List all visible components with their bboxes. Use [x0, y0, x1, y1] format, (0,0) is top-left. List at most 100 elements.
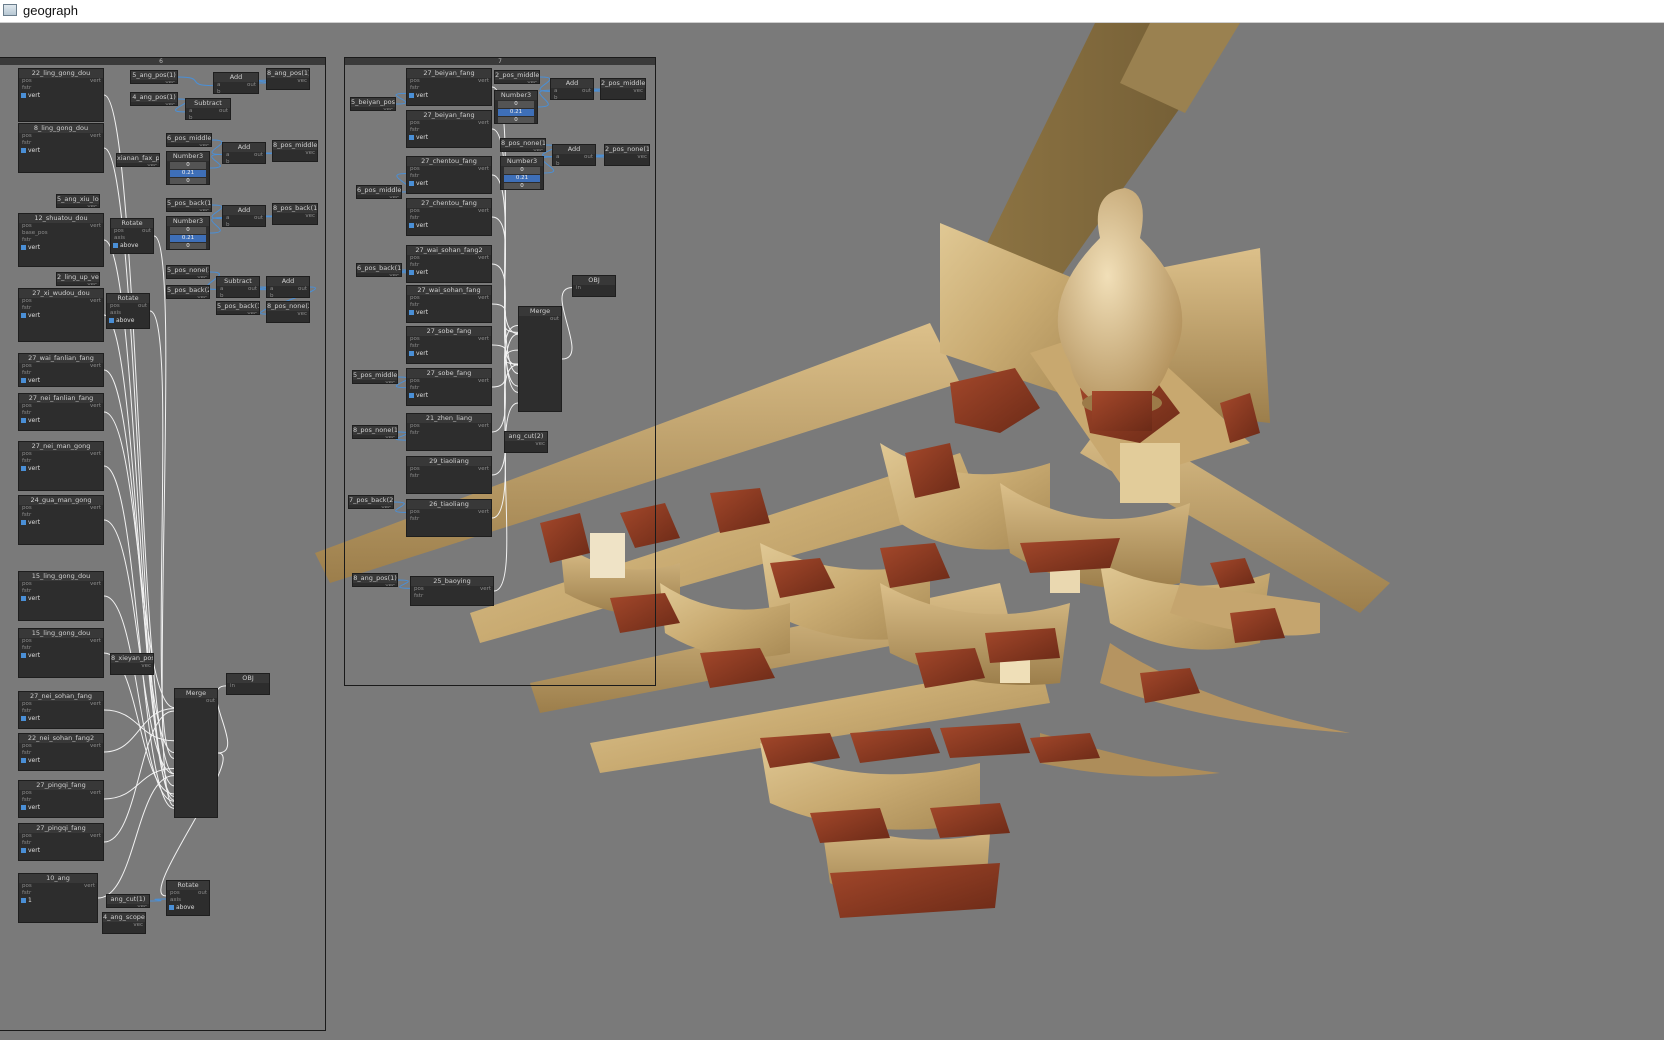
- graph-node-m15[interactable]: 6_pos_back(1) vec: [356, 263, 402, 277]
- graph-node-m10[interactable]: 29_tiaoliang pos fstr vert: [406, 456, 492, 494]
- graph-node-n22[interactable]: Number3 0 0.21 0: [166, 151, 210, 185]
- graph-node-m22[interactable]: Add a b out: [550, 78, 594, 100]
- graph-node-n35[interactable]: 5_pos_back(2)vec: [166, 285, 210, 299]
- graph-node-n34[interactable]: Add a b out: [266, 276, 310, 298]
- graph-node-m14[interactable]: 6_pos_middle(1)vec: [356, 185, 402, 199]
- graph-node-n30[interactable]: Rotate pos axis out above: [110, 218, 154, 254]
- graph-node-n45[interactable]: OBJ in: [226, 673, 270, 695]
- node-checkbox[interactable]: vert: [19, 417, 103, 425]
- graph-node-n44[interactable]: 4_ang_scope(1)vec: [102, 912, 146, 934]
- node-checkbox[interactable]: vert: [407, 222, 491, 230]
- graph-node-n41[interactable]: Merge out: [174, 688, 218, 818]
- number-field[interactable]: 0: [170, 178, 206, 185]
- graph-node-n21[interactable]: 6_pos_middle(1)vec: [166, 133, 212, 147]
- node-checkbox[interactable]: vert: [19, 244, 103, 252]
- node-checkbox[interactable]: vert: [19, 595, 103, 603]
- node-checkbox[interactable]: above: [167, 904, 209, 912]
- node-checkbox[interactable]: vert: [407, 392, 491, 400]
- graph-node-n39[interactable]: Rotate pos axis out above: [106, 293, 150, 329]
- number-field[interactable]: 0: [504, 183, 540, 190]
- node-checkbox[interactable]: above: [111, 242, 153, 250]
- graph-node-n31[interactable]: 5_ang_xiu_long(1)vec: [56, 194, 100, 208]
- graph-node-n33[interactable]: Subtract a b out: [216, 276, 260, 298]
- graph-node-m12[interactable]: 25_baoying pos fstr vert: [410, 576, 494, 606]
- node-checkbox[interactable]: vert: [19, 377, 103, 385]
- graph-node-m30[interactable]: ang_cut(2) vec: [504, 431, 548, 453]
- graph-node-m28[interactable]: OBJ in: [572, 275, 616, 297]
- node-checkbox[interactable]: vert: [407, 134, 491, 142]
- graph-node-n15[interactable]: 10_ang pos fstr vert 1: [18, 873, 98, 923]
- number-field[interactable]: 0.21: [498, 109, 534, 116]
- node-checkbox[interactable]: vert: [407, 309, 491, 317]
- graph-node-n24[interactable]: 8_pos_middle(1)vec: [272, 140, 318, 162]
- graph-node-m9[interactable]: 21_zhen_liang pos fstr vert: [406, 413, 492, 451]
- graph-node-m29[interactable]: Merge out: [518, 306, 562, 412]
- graph-node-m1[interactable]: 27_beiyan_fang pos fstr vert vert: [406, 68, 492, 106]
- node-checkbox[interactable]: vert: [19, 715, 103, 723]
- graph-node-n28[interactable]: Add a b out: [222, 205, 266, 227]
- number-field[interactable]: 0: [170, 162, 206, 169]
- graph-node-n13[interactable]: 27_pingqi_fang pos fstr vert vert: [18, 780, 104, 818]
- graph-node-m11[interactable]: 26_tiaoliang pos fstr vert: [406, 499, 492, 537]
- node-checkbox[interactable]: vert: [19, 312, 103, 320]
- graph-node-m7[interactable]: 27_sobe_fang pos fstr vert vert: [406, 326, 492, 364]
- graph-node-n16[interactable]: 5_ang_pos(1) vec: [130, 70, 178, 84]
- number-field[interactable]: 0: [498, 117, 534, 124]
- node-checkbox[interactable]: vert: [407, 92, 491, 100]
- graph-node-n37[interactable]: 5_pos_back(1)vec: [216, 301, 260, 315]
- graph-node-m13[interactable]: 5_beiyan_pos(1)vec: [350, 97, 396, 111]
- graph-node-m5[interactable]: 27_wai_sohan_fang2 pos fstr vert vert: [406, 245, 492, 283]
- graph-node-m17[interactable]: 8_pos_none(1) vec: [352, 425, 398, 439]
- node-checkbox[interactable]: 1: [19, 897, 97, 905]
- node-checkbox[interactable]: vert: [19, 519, 103, 527]
- graph-node-m2[interactable]: 27_beiyan_fang pos fstr vert vert: [406, 110, 492, 148]
- graph-node-m16[interactable]: 5_pos_middle(2)vec: [352, 370, 398, 384]
- graph-node-m25[interactable]: Number3 0 0.21 0: [500, 156, 544, 190]
- graph-node-n10[interactable]: 15_ling_gong_dou pos fstr vert vert: [18, 628, 104, 678]
- number-field[interactable]: 0.21: [170, 170, 206, 177]
- node-checkbox[interactable]: vert: [19, 465, 103, 473]
- graph-node-n25[interactable]: xianan_fax_posvec: [116, 153, 160, 167]
- graph-node-m24[interactable]: 8_pos_none(1) vec: [500, 138, 546, 152]
- graph-node-n17[interactable]: 4_ang_pos(1) vec: [130, 92, 178, 106]
- graph-node-n36[interactable]: 8_pos_none(2)vec: [266, 301, 310, 323]
- graph-node-n18[interactable]: Add a b out: [213, 72, 259, 94]
- node-checkbox[interactable]: vert: [19, 652, 103, 660]
- number-field[interactable]: 0: [170, 227, 206, 234]
- graph-node-n2[interactable]: 8_ling_gong_dou pos fstr vert vert: [18, 123, 104, 173]
- graph-node-n14[interactable]: 27_pingqi_fang pos fstr vert vert: [18, 823, 104, 861]
- node-checkbox[interactable]: vert: [407, 180, 491, 188]
- number-field[interactable]: 0: [170, 243, 206, 250]
- graph-node-n7[interactable]: 27_nei_man_gong pos fstr vert vert: [18, 441, 104, 491]
- graph-node-m23[interactable]: 2_pos_middle(1)vec: [600, 78, 646, 100]
- graph-node-m4[interactable]: 27_chentou_fang pos fstr vert vert: [406, 198, 492, 236]
- node-checkbox[interactable]: vert: [407, 269, 491, 277]
- node-checkbox[interactable]: vert: [19, 92, 103, 100]
- node-checkbox[interactable]: vert: [19, 804, 103, 812]
- graph-node-n3[interactable]: 12_shuatou_dou pos base_pos fstr vert vert: [18, 213, 104, 267]
- graph-node-n20[interactable]: 8_ang_pos(1) vec: [266, 68, 310, 90]
- graph-node-n11[interactable]: 27_nei_sohan_fang pos fstr vert vert: [18, 691, 104, 729]
- graph-node-m27[interactable]: 2_pos_none(1) vec: [604, 144, 650, 166]
- graph-node-n9[interactable]: 15_ling_gong_dou pos fstr vert vert: [18, 571, 104, 621]
- graph-node-m26[interactable]: Add a b out: [552, 144, 596, 166]
- number-field[interactable]: 0.21: [504, 175, 540, 182]
- graph-node-m21[interactable]: Number3 0 0.21 0: [494, 90, 538, 124]
- graph-node-n40[interactable]: 8_xieyan_pos(1)vec: [110, 653, 154, 675]
- node-checkbox[interactable]: above: [107, 317, 149, 325]
- graph-node-n38[interactable]: 2_ling_up_vert(1)vec: [56, 272, 100, 286]
- node-checkbox[interactable]: vert: [19, 757, 103, 765]
- node-checkbox[interactable]: vert: [407, 350, 491, 358]
- graph-node-n19[interactable]: Subtract a b out: [185, 98, 231, 120]
- graph-node-m6[interactable]: 27_wai_sohan_fang pos fstr vert vert: [406, 285, 492, 323]
- graph-node-m18[interactable]: 7_pos_back(2) vec: [348, 495, 394, 509]
- graph-node-n23[interactable]: Add a b out: [222, 142, 266, 164]
- graph-node-n6[interactable]: 27_nei_fanlian_fang pos fstr vert vert: [18, 393, 104, 431]
- graph-node-m3[interactable]: 27_chentou_fang pos fstr vert vert: [406, 156, 492, 194]
- window-titlebar[interactable]: geograph: [0, 0, 1664, 23]
- graph-node-n42[interactable]: Rotate pos axis out above: [166, 880, 210, 916]
- graph-node-m19[interactable]: 8_ang_pos(1) vec: [352, 573, 398, 587]
- graph-node-n4[interactable]: 27_xi_wudou_dou pos fstr vert vert: [18, 288, 104, 342]
- graph-node-n29[interactable]: 8_pos_back(1) vec: [272, 203, 318, 225]
- graph-node-n1[interactable]: 22_ling_gong_dou pos fstr vert vert: [18, 68, 104, 122]
